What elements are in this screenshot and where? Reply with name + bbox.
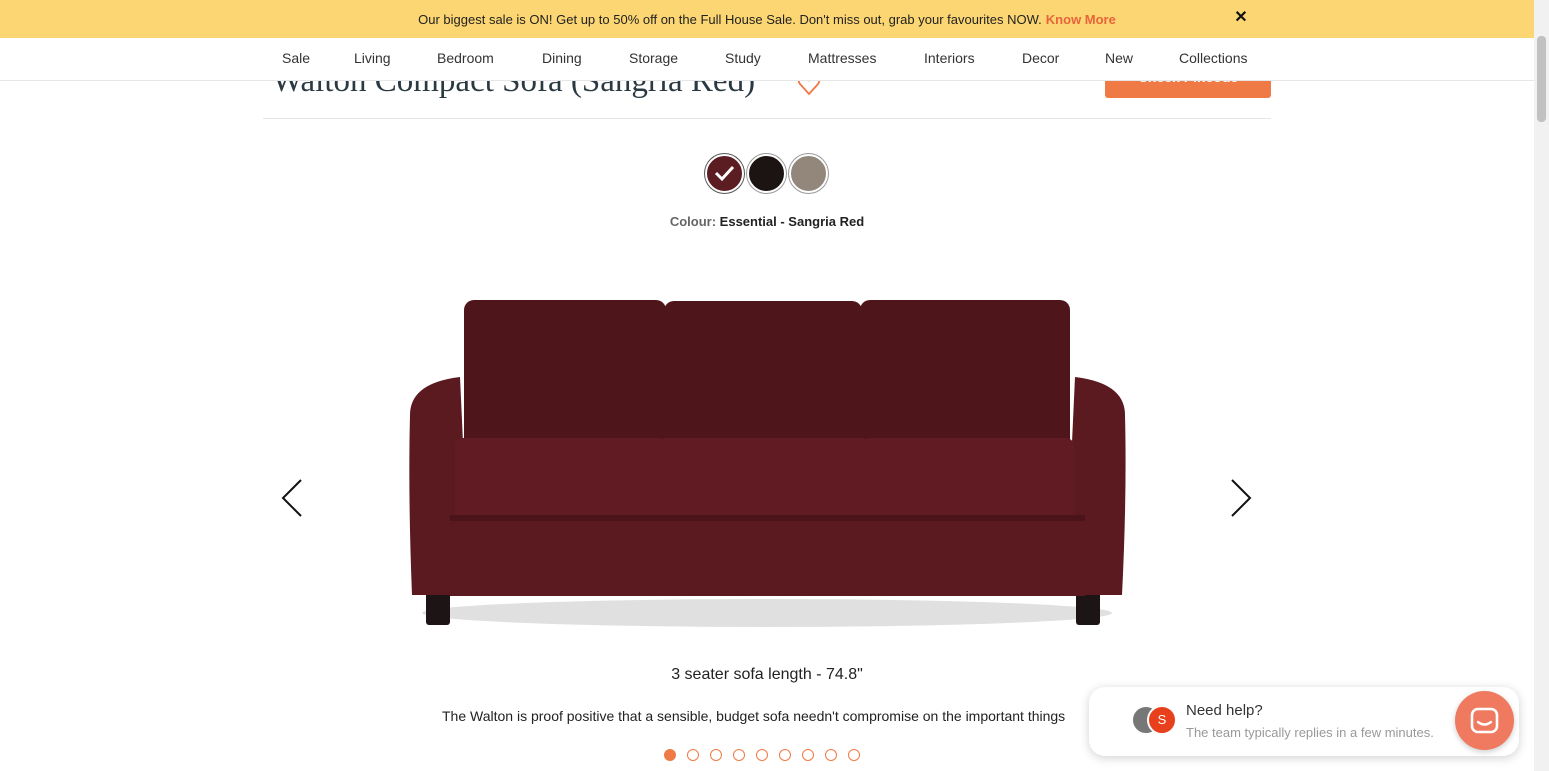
nav-item-mattresses[interactable]: Mattresses <box>808 50 876 66</box>
nav-item-dining[interactable]: Dining <box>542 50 582 66</box>
check-pincode-button[interactable]: Check Pincode <box>1105 81 1271 98</box>
main-nav: Sale Living Bedroom Dining Storage Study… <box>0 38 1534 81</box>
product-image-sofa <box>409 300 1126 627</box>
carousel-dot[interactable] <box>687 749 699 761</box>
carousel-dot[interactable] <box>779 749 791 761</box>
chevron-left-icon[interactable] <box>279 478 305 518</box>
product-title: Walton Compact Sofa (Sangria Red) <box>272 81 756 99</box>
help-subtitle: The team typically replies in a few minu… <box>1186 725 1434 740</box>
nav-item-sale[interactable]: Sale <box>282 50 310 66</box>
colour-value: Essential - Sangria Red <box>719 214 865 229</box>
swatch-taupe[interactable] <box>789 154 828 193</box>
product-title-bar: Walton Compact Sofa (Sangria Red) Check … <box>263 81 1271 119</box>
carousel-dot[interactable] <box>664 749 676 761</box>
nav-item-study[interactable]: Study <box>725 50 761 66</box>
slide-caption: 3 seater sofa length - 74.8" <box>671 666 863 683</box>
carousel-dots <box>664 749 871 763</box>
chat-launcher-button[interactable] <box>1455 691 1514 750</box>
nav-item-collections[interactable]: Collections <box>1179 50 1247 66</box>
carousel-dot[interactable] <box>756 749 768 761</box>
nav-item-living[interactable]: Living <box>354 50 391 66</box>
chat-bubble-icon <box>1470 707 1499 734</box>
close-icon[interactable]: ✕ <box>1232 9 1250 27</box>
product-description: The Walton is proof positive that a sens… <box>442 708 1066 724</box>
colour-label: Colour: <box>669 214 717 229</box>
nav-item-decor[interactable]: Decor <box>1022 50 1059 66</box>
scrollbar-thumb[interactable] <box>1537 36 1546 122</box>
swatch-black[interactable] <box>747 154 786 193</box>
heart-outline-icon[interactable] <box>797 81 821 97</box>
checkmark-icon <box>714 165 735 182</box>
nav-item-interiors[interactable]: Interiors <box>924 50 975 66</box>
chevron-right-icon[interactable] <box>1228 478 1254 518</box>
colour-label-row: Colour: Essential - Sangria Red <box>0 214 1534 229</box>
promo-banner: Our biggest sale is ON! Get up to 50% of… <box>0 0 1534 38</box>
carousel-dot[interactable] <box>802 749 814 761</box>
avatar: S <box>1147 705 1177 735</box>
promo-text: Our biggest sale is ON! Get up to 50% of… <box>418 11 1042 27</box>
help-title: Need help? <box>1186 702 1263 719</box>
nav-item-bedroom[interactable]: Bedroom <box>437 50 494 66</box>
carousel-dot[interactable] <box>848 749 860 761</box>
page-scrollbar[interactable] <box>1534 0 1549 771</box>
swatch-sangria-red[interactable] <box>705 154 744 193</box>
carousel-dot[interactable] <box>825 749 837 761</box>
nav-item-new[interactable]: New <box>1105 50 1133 66</box>
carousel-dot[interactable] <box>710 749 722 761</box>
nav-item-storage[interactable]: Storage <box>629 50 678 66</box>
promo-know-more-link[interactable]: Know More <box>1046 12 1116 27</box>
carousel-dot[interactable] <box>733 749 745 761</box>
